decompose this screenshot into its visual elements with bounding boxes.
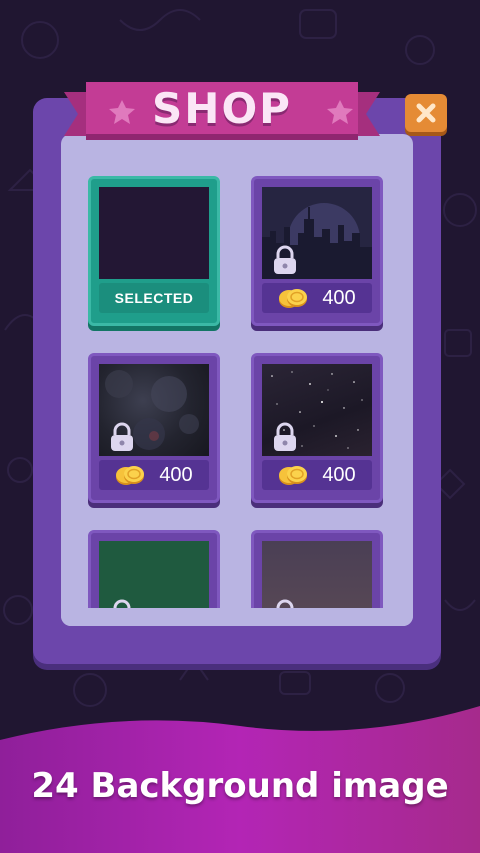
close-button[interactable]	[405, 94, 447, 132]
shop-title-ribbon: SHOP	[64, 78, 380, 148]
lock-icon	[113, 599, 131, 608]
background-item-green[interactable]	[88, 530, 220, 608]
page-title: SHOP	[152, 84, 292, 133]
background-thumbnail	[262, 541, 372, 608]
background-thumbnail	[99, 541, 209, 608]
grid-bottom-fade	[61, 608, 413, 626]
lock-icon	[276, 599, 294, 608]
grid-clip	[61, 134, 413, 608]
background-item-dusk[interactable]	[251, 530, 383, 608]
promo-caption: 24 Background image	[31, 766, 449, 806]
close-icon	[416, 103, 436, 123]
